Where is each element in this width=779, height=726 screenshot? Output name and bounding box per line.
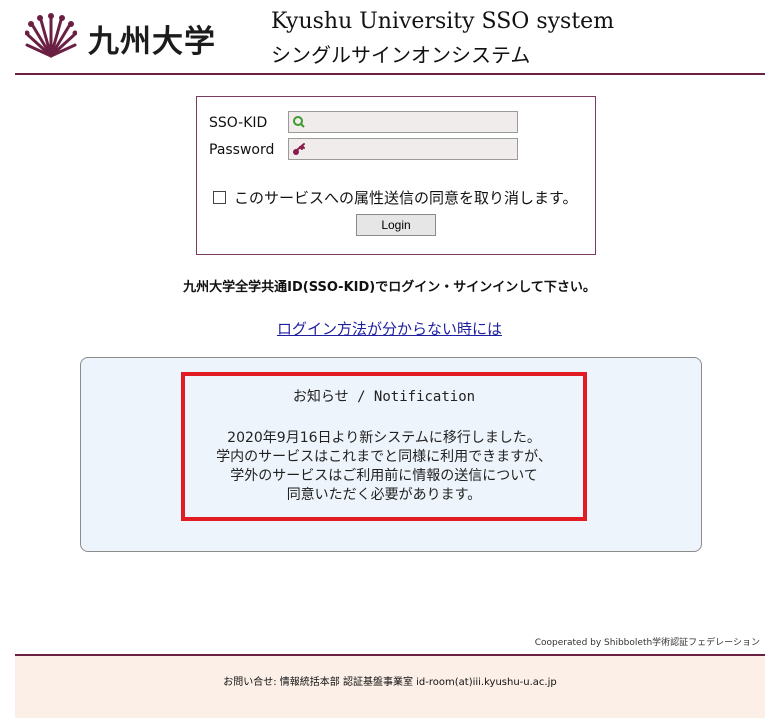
system-title-en: Kyushu University SSO system — [271, 9, 615, 34]
consent-label: このサービスへの属性送信の同意を取り消します。 — [234, 189, 578, 207]
sso-kid-input[interactable] — [288, 111, 518, 133]
password-input[interactable] — [288, 138, 518, 160]
consent-revoke-option[interactable]: このサービスへの属性送信の同意を取り消します。 — [213, 187, 578, 208]
page-header: 九州大学 Kyushu University SSO system シングルサイ… — [0, 0, 779, 75]
system-title-ja: シングルサインオンシステム — [271, 43, 531, 67]
notice-line: 同意いただく必要があります。 — [286, 487, 482, 503]
page-footer: お問い合せ: 情報統括本部 認証基盤事業室 id-room(at)iii.kyu… — [15, 654, 765, 718]
login-button[interactable]: Login — [356, 214, 436, 236]
notice-line: 2020年9月16日より新システムに移行しました。 — [227, 430, 541, 446]
login-form: SSO-KID Password このサービスへの属性送信の同意を取り消します。… — [196, 96, 596, 255]
login-help-link[interactable]: ログイン方法が分からない時には — [0, 318, 779, 339]
notice-line: 学外のサービスはご利用前に情報の送信について — [230, 468, 538, 484]
key-icon — [293, 143, 305, 155]
sso-kid-label: SSO-KID — [209, 115, 268, 131]
login-instruction: 九州大学全学共通ID(SSO-KID)でログイン・サインインして下さい。 — [183, 280, 596, 295]
password-label: Password — [209, 142, 275, 158]
contact-info: お問い合せ: 情報統括本部 認証基盤事業室 id-room(at)iii.kyu… — [223, 677, 557, 688]
user-search-icon — [293, 116, 305, 128]
notice-title: お知らせ / Notification — [292, 389, 476, 405]
university-logo-text: 九州大学 — [88, 24, 216, 60]
header-divider — [15, 73, 765, 75]
consent-checkbox[interactable] — [213, 191, 226, 204]
kyushu-university-emblem-icon — [25, 13, 77, 58]
notice-line: 学内のサービスはこれまでと同様に利用できますが、 — [216, 449, 552, 465]
federation-credit: Cooperated by Shibboleth学術認証フェデレーション — [534, 638, 760, 648]
